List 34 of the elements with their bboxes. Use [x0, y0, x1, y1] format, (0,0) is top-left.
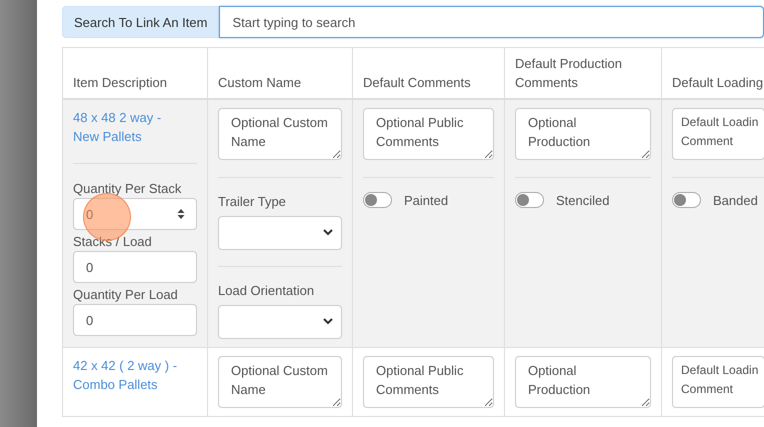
comment-field[interactable]: Optional Public Comments: [363, 108, 494, 160]
field-label: Load Orientation: [218, 282, 314, 300]
comment-field[interactable]: Optional Production: [515, 356, 651, 408]
comment-field[interactable]: Default Loadin Comment: [672, 108, 764, 160]
search-label: Search To Link An Item: [62, 6, 220, 38]
custom-name-field[interactable]: Optional Custom Name: [218, 356, 342, 408]
chevron-down-icon[interactable]: [323, 318, 333, 325]
number-input[interactable]: 0: [73, 304, 197, 336]
toggle-label: Painted: [404, 192, 448, 208]
comment-field[interactable]: Default Loadin Comment: [672, 356, 764, 408]
field-label: Quantity Per Stack: [73, 180, 182, 198]
field-label: Stacks / Load: [73, 233, 152, 251]
toggle-label: Stenciled: [556, 192, 610, 208]
item-link[interactable]: 48 x 48 2 way - New Pallets: [73, 108, 181, 146]
toggle-label: Banded: [713, 192, 758, 208]
number-input[interactable]: 0: [73, 251, 197, 283]
toggle-switch[interactable]: [363, 192, 392, 208]
chevron-down-icon[interactable]: [323, 229, 333, 236]
column-header: Item Description: [73, 74, 167, 92]
column-header: Default Production Comments: [515, 55, 623, 92]
column-header: Custom Name: [218, 74, 302, 92]
spinner-icon[interactable]: [177, 208, 185, 220]
search-field[interactable]: Start typing to search: [219, 6, 764, 38]
comment-field[interactable]: Optional Production: [515, 108, 651, 160]
item-link[interactable]: 42 x 42 ( 2 way ) - Combo Pallets: [73, 356, 181, 394]
field-label: Trailer Type: [218, 193, 286, 211]
toggle-switch[interactable]: [672, 192, 701, 208]
toggle-switch[interactable]: [515, 192, 544, 208]
field-label: Quantity Per Load: [73, 286, 178, 304]
number-input[interactable]: 0: [73, 198, 197, 230]
column-header: Default Comments: [363, 74, 471, 92]
column-header: Default Loading: [672, 74, 764, 92]
comment-field[interactable]: Optional Public Comments: [363, 356, 494, 408]
custom-name-field[interactable]: Optional Custom Name: [218, 108, 342, 160]
